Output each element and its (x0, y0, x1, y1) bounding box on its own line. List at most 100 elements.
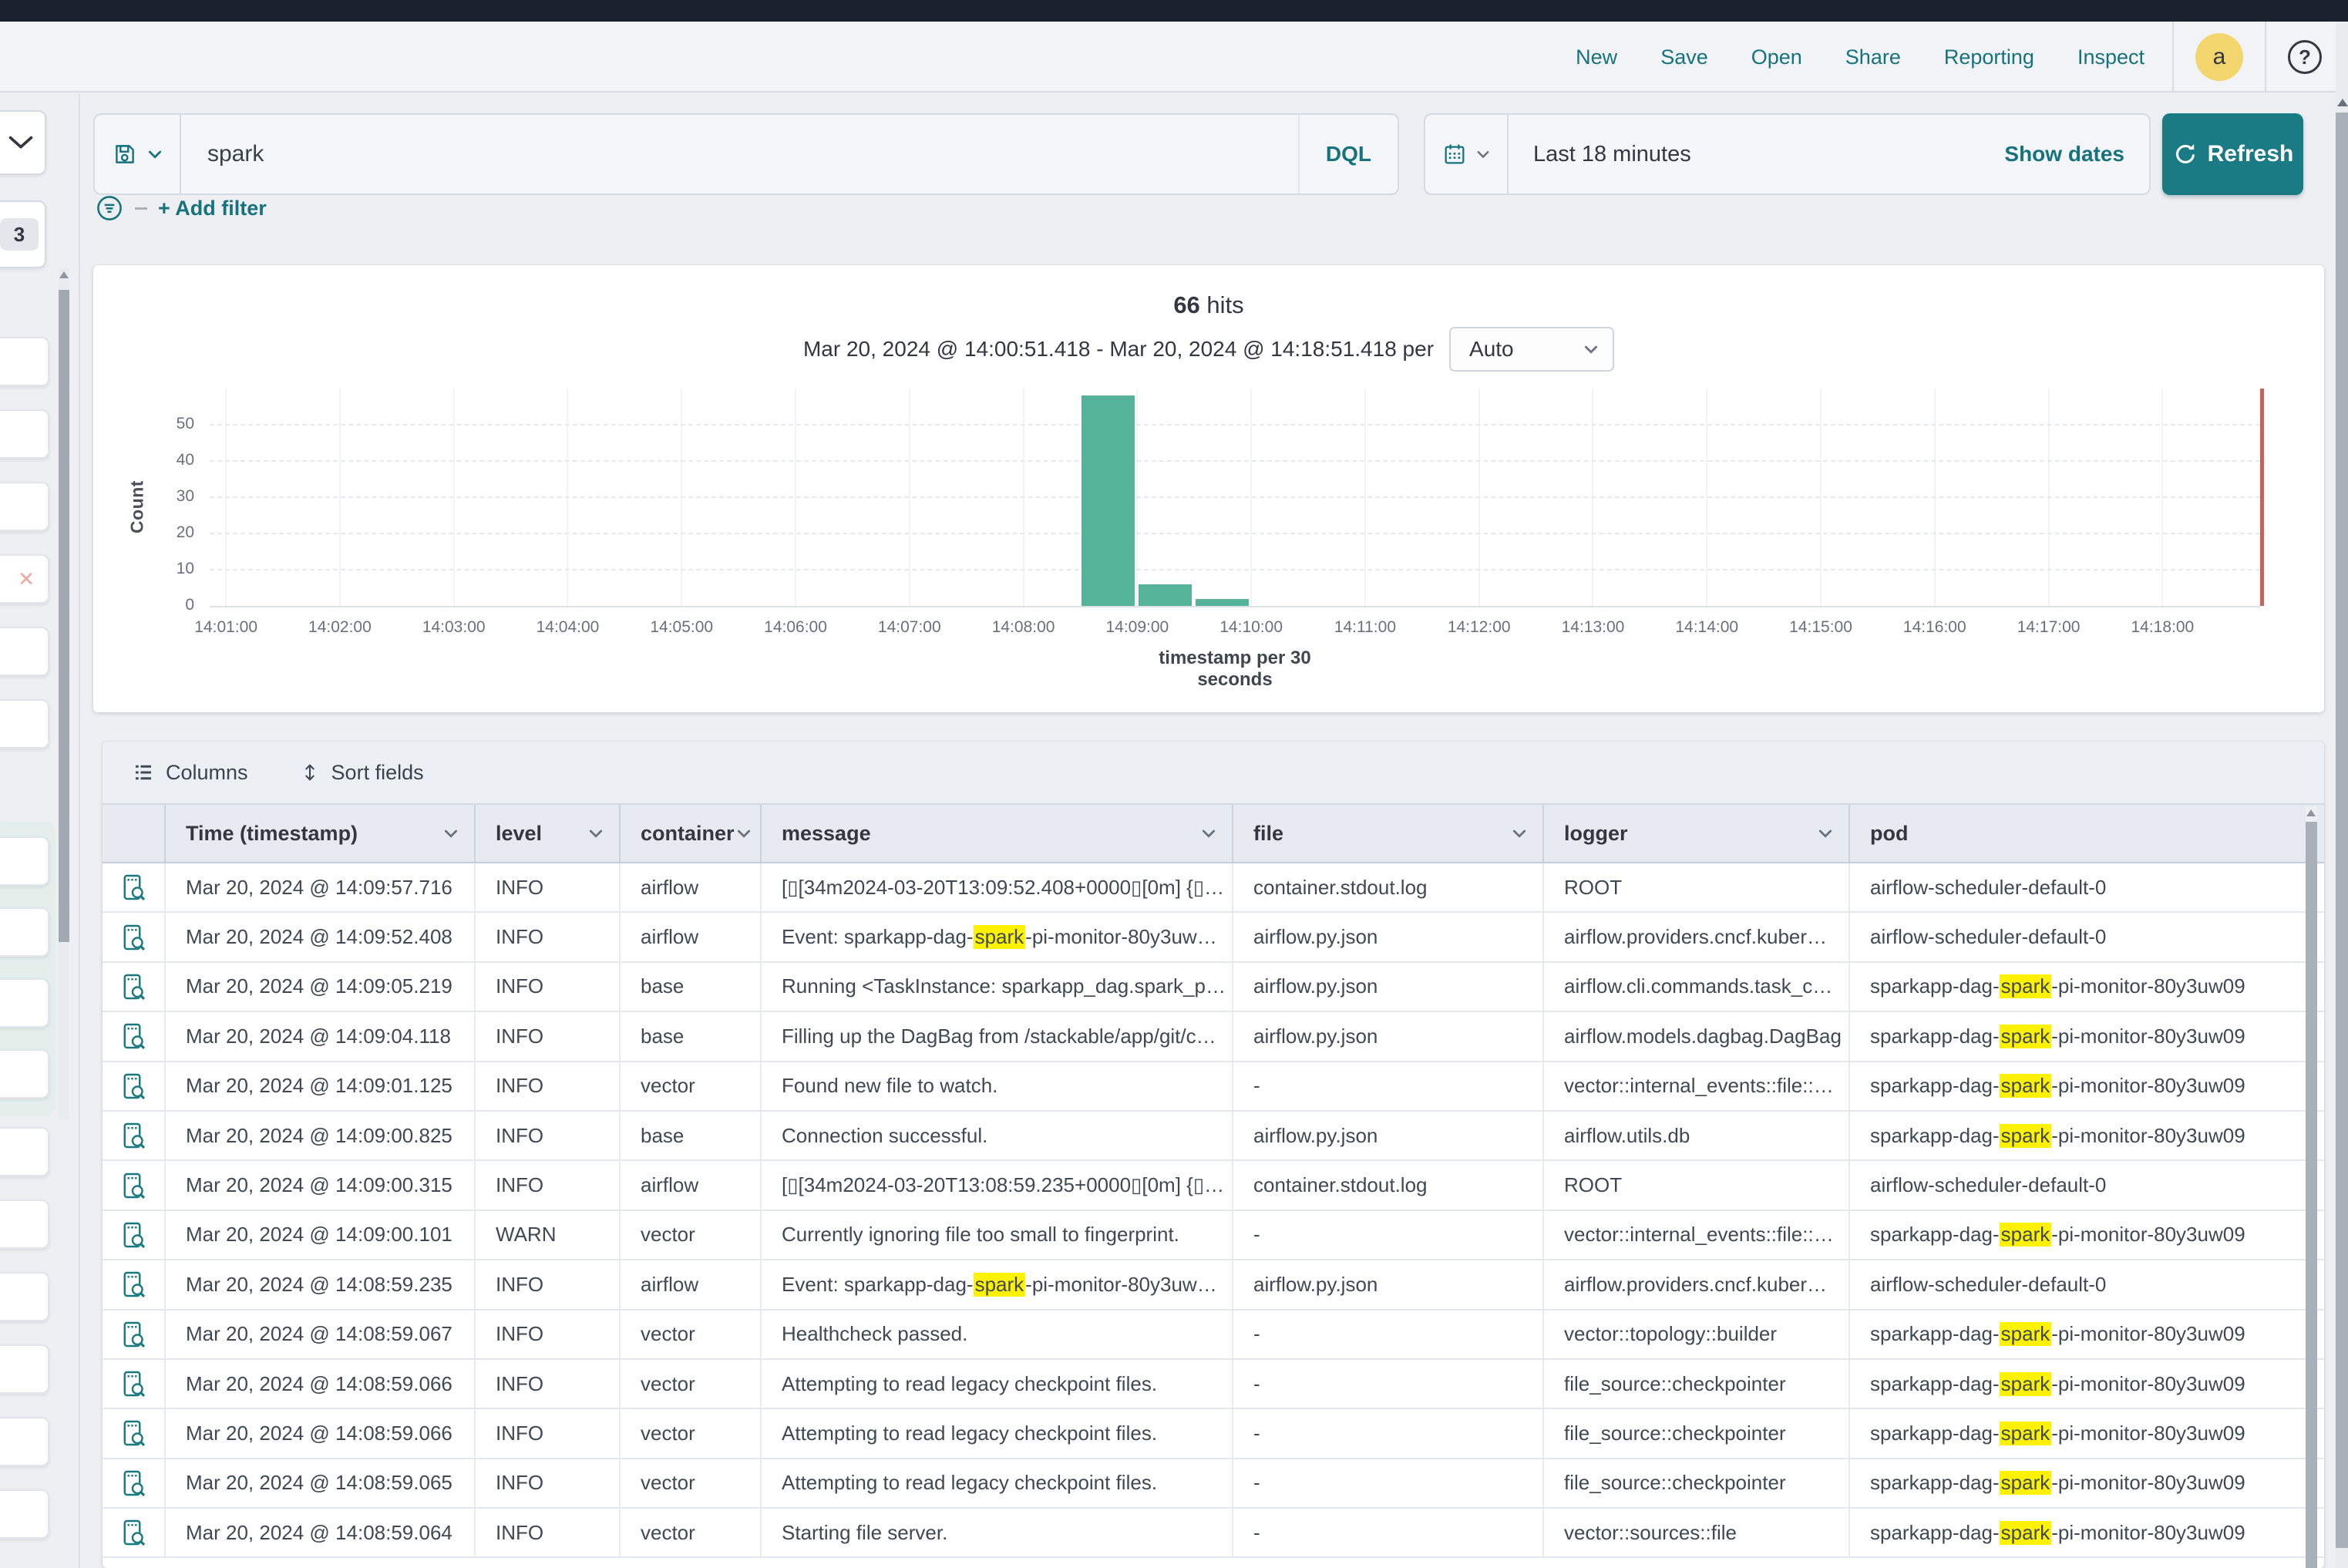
nav-link-reporting[interactable]: Reporting (1944, 45, 2034, 69)
field-card[interactable] (0, 409, 49, 459)
highlighted-term: spark (2000, 1025, 2052, 1048)
histogram-bar (1196, 599, 1249, 606)
expand-document-button[interactable] (119, 922, 147, 953)
filter-icon[interactable] (95, 193, 124, 223)
table-row: Mar 20, 2024 @ 14:08:59.065INFOvectorAtt… (103, 1459, 2324, 1509)
nav-link-new[interactable]: New (1576, 45, 1617, 69)
table-scrollbar-thumb[interactable] (2306, 822, 2317, 1568)
expand-document-button[interactable] (119, 872, 147, 903)
avatar[interactable]: a (2195, 33, 2243, 81)
cell-message: Connection successful. (762, 1112, 1233, 1159)
field-card[interactable] (0, 1344, 49, 1394)
remove-field-icon[interactable]: × (19, 566, 34, 592)
expand-document-button[interactable] (119, 1319, 147, 1350)
field-card[interactable] (0, 836, 49, 886)
field-card[interactable] (0, 1049, 49, 1099)
expand-cell (103, 1311, 166, 1358)
x-tick-label: 14:01:00 (172, 618, 280, 637)
field-card[interactable]: × (0, 554, 49, 604)
table-row: Mar 20, 2024 @ 14:08:59.067INFOvectorHea… (103, 1311, 2324, 1360)
field-card[interactable] (0, 482, 49, 531)
y-tick-label: 30 (133, 487, 194, 506)
x-tick-label: 14:06:00 (742, 618, 849, 637)
sort-fields-button[interactable]: Sort fields (299, 761, 424, 785)
cell-pod: airflow-scheduler-default-0 (1850, 1161, 2324, 1209)
expand-document-button[interactable] (119, 1418, 147, 1449)
field-card[interactable] (0, 907, 49, 957)
show-dates-button[interactable]: Show dates (2004, 142, 2149, 167)
field-card[interactable] (0, 627, 49, 676)
column-header-label: Time (timestamp) (186, 822, 358, 846)
column-header-file[interactable]: file (1233, 805, 1544, 862)
help-icon[interactable]: ? (2288, 40, 2322, 74)
expand-document-button[interactable] (119, 1517, 147, 1548)
collapse-sidebar-button[interactable] (0, 110, 46, 175)
column-header-pod[interactable]: pod (1850, 805, 2324, 862)
field-card[interactable] (0, 699, 49, 749)
page-scrollbar-up-arrow[interactable] (2337, 99, 2348, 106)
inspect-document-icon (119, 1468, 147, 1499)
nav-link-save[interactable]: Save (1660, 45, 1708, 69)
chevron-down-icon (8, 134, 34, 151)
cell-container: vector (621, 1311, 762, 1358)
column-header-message[interactable]: message (762, 805, 1233, 862)
table-header-row: Time (timestamp) levelcontainermessagefil… (103, 805, 2324, 863)
expand-document-button[interactable] (119, 1220, 147, 1250)
x-tick-label: 14:04:00 (513, 618, 621, 637)
rail-scrollbar-up-arrow[interactable] (59, 271, 69, 278)
expand-document-button[interactable] (119, 1120, 147, 1151)
expand-document-button[interactable] (119, 1071, 147, 1102)
expand-cell (103, 913, 166, 961)
x-tick-label: 14:09:00 (1083, 618, 1191, 637)
interval-select[interactable]: Auto (1449, 327, 1614, 372)
field-card[interactable] (0, 978, 49, 1028)
field-card[interactable] (0, 1417, 49, 1466)
selected-fields-count-box[interactable]: 3 (0, 200, 46, 268)
expand-document-button[interactable] (119, 1368, 147, 1399)
field-card[interactable] (0, 1272, 49, 1321)
nav-right-group: New Save Open Share Reporting Inspect a ? (1576, 22, 2340, 93)
time-range-value[interactable]: Last 18 minutes (1509, 142, 2004, 167)
nav-link-open[interactable]: Open (1751, 45, 1802, 69)
cell-pod: airflow-scheduler-default-0 (1850, 1260, 2324, 1308)
highlighted-term: spark (2000, 1471, 2052, 1495)
nav-link-share[interactable]: Share (1845, 45, 1901, 69)
query-language-button[interactable]: DQL (1298, 115, 1398, 193)
field-card[interactable] (0, 1489, 49, 1539)
columns-button[interactable]: Columns (132, 761, 248, 785)
expand-document-button[interactable] (119, 1170, 147, 1201)
date-quick-select-button[interactable] (1425, 115, 1509, 193)
x-axis-title: timestamp per 30 seconds (1119, 648, 1351, 691)
column-header-time-timestamp-[interactable]: Time (timestamp) (166, 805, 476, 862)
refresh-button[interactable]: Refresh (2162, 113, 2303, 195)
cell-pod: sparkapp-dag-spark-pi-monitor-80y3uw09 (1850, 1509, 2324, 1556)
add-filter-button[interactable]: + Add filter (158, 197, 267, 220)
column-header-container[interactable]: container (621, 805, 762, 862)
cell-time: Mar 20, 2024 @ 14:09:00.101 (166, 1211, 476, 1259)
saved-query-menu-button[interactable] (95, 115, 181, 193)
cell-pod: airflow-scheduler-default-0 (1850, 863, 2324, 911)
field-card[interactable] (0, 1200, 49, 1249)
chevron-down-icon (1510, 824, 1529, 843)
expand-document-button[interactable] (119, 1468, 147, 1499)
cell-file: - (1233, 1459, 1544, 1507)
x-tick-label: 14:15:00 (1767, 618, 1875, 637)
field-card[interactable] (0, 337, 49, 386)
expand-document-button[interactable] (119, 971, 147, 1002)
nav-divider (2172, 22, 2174, 93)
expand-cell (103, 1012, 166, 1060)
y-tick-label: 20 (133, 523, 194, 542)
expand-document-button[interactable] (119, 1021, 147, 1052)
rail-scrollbar-thumb[interactable] (59, 290, 69, 942)
cell-logger: file_source::checkpointer (1544, 1409, 1850, 1457)
expand-document-button[interactable] (119, 1269, 147, 1300)
column-header-level[interactable]: level (476, 805, 621, 862)
page-scrollbar-thumb[interactable] (2336, 113, 2348, 1548)
cell-time: Mar 20, 2024 @ 14:08:59.066 (166, 1360, 476, 1408)
nav-link-inspect[interactable]: Inspect (2077, 45, 2144, 69)
field-card[interactable] (0, 1127, 49, 1176)
column-header-logger[interactable]: logger (1544, 805, 1850, 862)
cell-logger: vector::internal_events::file::… (1544, 1211, 1850, 1259)
search-input[interactable]: spark (181, 141, 1298, 167)
table-scrollbar-up-arrow[interactable] (2306, 809, 2316, 816)
